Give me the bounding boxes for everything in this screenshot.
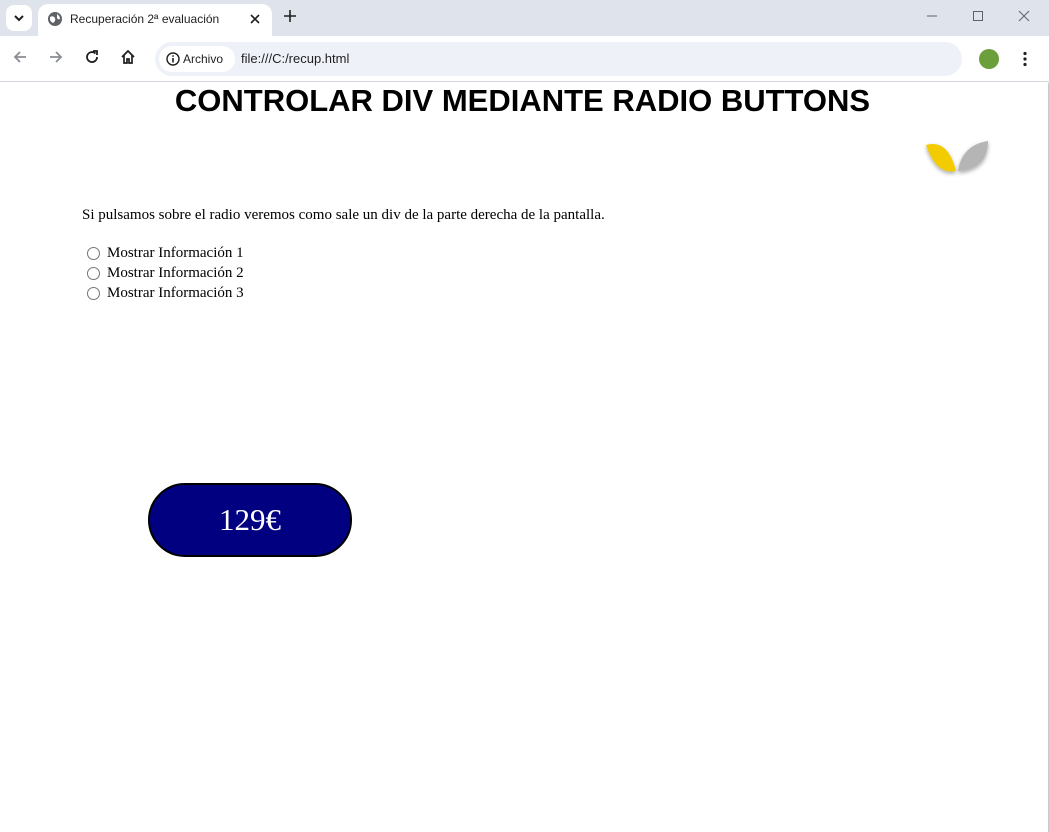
address-bar[interactable]: Archivo file:///C:/recup.html	[155, 42, 962, 76]
radio-group: Mostrar Información 1 Mostrar Informació…	[87, 243, 244, 303]
maximize-icon	[973, 11, 983, 21]
radio-button-2[interactable]	[87, 266, 100, 280]
page-viewport: CONTROLAR DIV MEDIANTE RADIO BUTTONS Si …	[0, 83, 1049, 832]
radio-button-1[interactable]	[87, 246, 100, 260]
reload-icon	[86, 50, 98, 63]
price-button[interactable]: 129€	[148, 483, 352, 557]
leaf-logo-icon	[926, 141, 988, 172]
intro-text: Si pulsamos sobre el radio veremos como …	[82, 207, 605, 223]
tab-search-button[interactable]	[6, 5, 32, 31]
radio-option-3[interactable]: Mostrar Información 3	[87, 283, 244, 303]
tab-close-button[interactable]	[246, 10, 264, 28]
tab-title: Recuperación 2ª evaluación	[70, 12, 220, 26]
plus-icon	[284, 10, 296, 22]
home-icon	[121, 49, 135, 64]
radio-label-1[interactable]: Mostrar Información 1	[107, 245, 244, 262]
info-icon	[166, 52, 180, 66]
grey-leaf	[958, 141, 988, 171]
home-button[interactable]	[117, 46, 139, 68]
browser-menu-button[interactable]	[1014, 48, 1036, 70]
forward-button[interactable]	[45, 46, 67, 68]
reload-button[interactable]	[81, 46, 103, 68]
page-title: CONTROLAR DIV MEDIANTE RADIO BUTTONS	[174, 83, 871, 118]
maximize-button[interactable]	[964, 4, 992, 28]
price-label: 129€	[219, 502, 281, 537]
radio-option-1[interactable]: Mostrar Información 1	[87, 243, 244, 263]
arrow-right-icon	[50, 51, 63, 63]
window-close-button[interactable]	[1010, 4, 1038, 28]
more-vert-icon	[1023, 51, 1027, 67]
active-tab[interactable]: Recuperación 2ª evaluación	[38, 4, 272, 36]
site-info-label: Archivo	[183, 52, 224, 66]
browser-toolbar: Archivo file:///C:/recup.html	[0, 36, 1049, 82]
globe-icon	[48, 12, 62, 26]
radio-label-3[interactable]: Mostrar Información 3	[107, 285, 244, 302]
close-icon	[250, 14, 260, 24]
yellow-leaf	[926, 144, 956, 172]
radio-button-3[interactable]	[87, 286, 100, 300]
close-icon	[1018, 10, 1030, 22]
url-text[interactable]: file:///C:/recup.html	[241, 51, 349, 66]
minimize-button[interactable]	[918, 4, 946, 28]
profile-avatar[interactable]	[979, 49, 999, 69]
minimize-icon	[927, 15, 937, 17]
radio-option-2[interactable]: Mostrar Información 2	[87, 263, 244, 283]
radio-label-2[interactable]: Mostrar Información 2	[107, 265, 244, 282]
chevron-down-icon	[14, 15, 24, 22]
new-tab-button[interactable]	[280, 6, 300, 26]
site-info-chip[interactable]: Archivo	[159, 46, 235, 72]
tab-strip: Recuperación 2ª evaluación	[0, 0, 1049, 36]
arrow-left-icon	[13, 51, 26, 63]
back-button[interactable]	[9, 46, 31, 68]
